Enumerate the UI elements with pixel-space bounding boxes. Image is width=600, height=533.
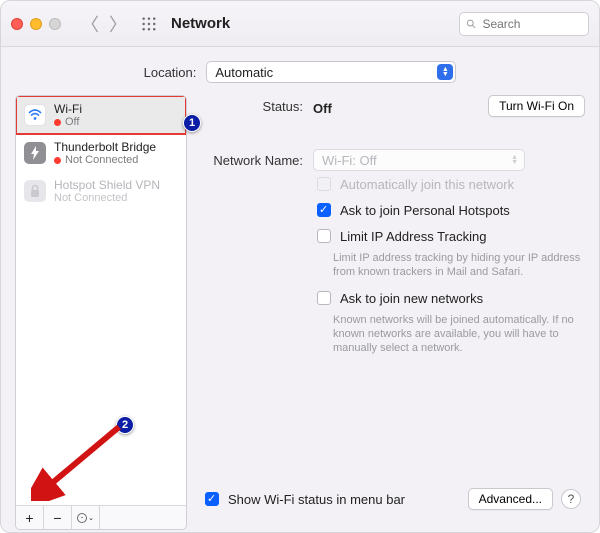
ask-new-checkbox-row[interactable]: Ask to join new networks — [313, 285, 585, 311]
minimize-icon[interactable] — [30, 18, 42, 30]
sidebar-item-label: Hotspot Shield VPN — [54, 178, 160, 192]
wifi-icon — [24, 104, 46, 126]
search-field[interactable] — [459, 12, 589, 36]
sidebar-item-wifi[interactable]: Wi-Fi Off — [16, 96, 186, 134]
forward-button[interactable]: 〉 — [109, 11, 127, 37]
status-value: Off — [313, 97, 332, 116]
show-status-checkbox-row[interactable]: Show Wi-Fi status in menu bar — [201, 486, 405, 512]
show-status-checkbox[interactable] — [205, 492, 219, 506]
annotation-badge-1: 1 — [183, 114, 201, 132]
back-button[interactable]: 〈 — [81, 11, 99, 37]
status-label: Status: — [203, 95, 313, 114]
sidebar-toolbar: + − ·⌄ — [16, 505, 186, 529]
ask-hotspots-checkbox-row[interactable]: Ask to join Personal Hotspots — [313, 197, 585, 223]
thunderbolt-icon — [24, 142, 46, 164]
auto-join-checkbox-row: Automatically join this network — [313, 171, 585, 197]
main-footer: Show Wi-Fi status in menu bar Advanced..… — [201, 486, 581, 512]
preferences-window: 〈 〉 Network Location: Automatic ▲▼ — [0, 0, 600, 533]
status-dot-icon — [54, 157, 61, 164]
ask-new-subtext: Known networks will be joined automatica… — [313, 313, 583, 355]
sidebar-item-vpn[interactable]: Hotspot Shield VPN Not Connected — [16, 172, 186, 210]
add-button[interactable]: + — [16, 506, 44, 529]
page-title: Network — [171, 15, 230, 32]
network-name-label: Network Name: — [203, 149, 313, 168]
chevron-updown-icon: ▲▼ — [437, 64, 453, 80]
location-value: Automatic — [215, 65, 273, 80]
toggle-wifi-button[interactable]: Turn Wi-Fi On — [488, 95, 585, 117]
connections-sidebar: Wi-Fi Off Thunderbolt Bridge Not Connect… — [15, 95, 187, 530]
zoom-icon — [49, 18, 61, 30]
network-name-select[interactable]: Wi-Fi: Off ▲▼ — [313, 149, 525, 171]
network-name-value: Wi-Fi: Off — [322, 153, 377, 168]
search-input[interactable] — [480, 16, 582, 32]
ask-new-checkbox[interactable] — [317, 291, 331, 305]
traffic-lights — [11, 18, 61, 30]
chevron-updown-icon: ▲▼ — [511, 155, 518, 165]
location-select[interactable]: Automatic ▲▼ — [206, 61, 456, 83]
sidebar-item-label: Thunderbolt Bridge — [54, 140, 156, 154]
limit-ip-checkbox[interactable] — [317, 229, 331, 243]
advanced-button[interactable]: Advanced... — [468, 488, 553, 510]
search-icon — [466, 18, 476, 30]
more-button[interactable]: ·⌄ — [72, 506, 100, 529]
limit-ip-checkbox-row[interactable]: Limit IP Address Tracking — [313, 223, 585, 249]
titlebar: 〈 〉 Network — [1, 1, 599, 47]
sidebar-item-label: Wi-Fi — [54, 102, 82, 116]
all-prefs-icon[interactable] — [141, 16, 157, 32]
location-label: Location: — [144, 65, 197, 80]
help-button[interactable]: ? — [561, 489, 581, 509]
ask-hotspots-checkbox[interactable] — [317, 203, 331, 217]
remove-button[interactable]: − — [44, 506, 72, 529]
status-dot-icon — [54, 119, 61, 126]
annotation-badge-2: 2 — [116, 416, 134, 434]
limit-ip-subtext: Limit IP address tracking by hiding your… — [313, 251, 583, 279]
lock-icon — [24, 180, 46, 202]
main-panel: Status: Off Turn Wi-Fi On Network Name: … — [187, 95, 585, 530]
auto-join-checkbox — [317, 177, 331, 191]
close-icon[interactable] — [11, 18, 23, 30]
location-row: Location: Automatic ▲▼ — [1, 47, 599, 95]
sidebar-item-thunderbolt[interactable]: Thunderbolt Bridge Not Connected — [16, 134, 186, 172]
